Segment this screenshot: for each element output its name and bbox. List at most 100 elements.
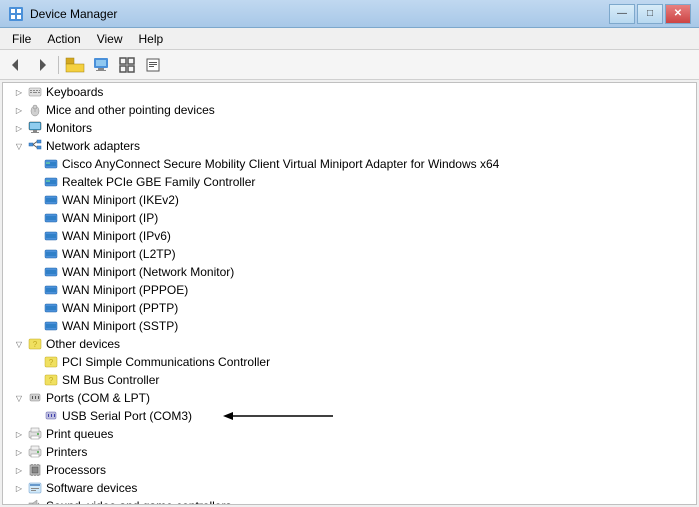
usb-serial-port-item[interactable]: USB Serial Port (COM3) [3,407,696,425]
list-item[interactable]: WAN Miniport (IKEv2) [3,191,696,209]
item-label: Printers [46,445,87,459]
expander-spacer [27,246,43,262]
expander-spacer [27,372,43,388]
toolbar [0,50,699,80]
item-label: Cisco AnyConnect Secure Mobility Client … [62,157,499,171]
expander-icon[interactable]: ▷ [11,462,27,478]
list-item[interactable]: Realtek PCIe GBE Family Controller [3,173,696,191]
processors-icon [27,462,43,478]
title-bar-left: Device Manager [8,6,117,22]
network-device-icon [43,282,59,298]
unknown-device-icon: ? [43,372,59,388]
menu-help[interactable]: Help [131,30,172,48]
list-item[interactable]: WAN Miniport (Network Monitor) [3,263,696,281]
item-label: Ports (COM & LPT) [46,391,150,405]
item-label: Keyboards [46,85,103,99]
expander-spacer [27,174,43,190]
software-devices-icon [27,480,43,496]
port-device-icon [43,408,59,424]
item-label: WAN Miniport (Network Monitor) [62,265,234,279]
item-label: Print queues [46,427,113,441]
list-item[interactable]: ? PCI Simple Communications Controller [3,353,696,371]
list-item[interactable]: ▽ ? Other devices [3,335,696,353]
list-item[interactable]: ? SM Bus Controller [3,371,696,389]
item-label: WAN Miniport (PPTP) [62,301,178,315]
list-item[interactable]: WAN Miniport (IP) [3,209,696,227]
minimize-button[interactable]: — [609,4,635,24]
list-item[interactable]: ▷ Keyboards [3,83,696,101]
list-item[interactable]: ▷ Sound, video and game controllers [3,497,696,505]
item-label: Software devices [46,481,137,495]
network-device-icon [43,318,59,334]
properties-button[interactable] [141,54,165,76]
list-item[interactable]: ▷ Print queues [3,425,696,443]
item-label: Realtek PCIe GBE Family Controller [62,175,255,189]
item-label: SM Bus Controller [62,373,159,387]
item-label: Other devices [46,337,120,351]
expander-icon[interactable]: ▽ [11,336,27,352]
arrow-annotation [223,408,343,424]
print-queues-icon [27,426,43,442]
expander-icon[interactable]: ▷ [11,498,27,505]
network-device-icon [43,264,59,280]
network-device-icon [43,300,59,316]
device-manager-button[interactable] [89,54,113,76]
list-item[interactable]: ▽ Network adapters [3,137,696,155]
network-icon [27,138,43,154]
item-label: Mice and other pointing devices [46,103,215,117]
title-bar: Device Manager — □ ✕ [0,0,699,28]
list-item[interactable]: ▷ Processors [3,461,696,479]
menu-view[interactable]: View [89,30,131,48]
list-item[interactable]: Cisco AnyConnect Secure Mobility Client … [3,155,696,173]
list-item[interactable]: WAN Miniport (PPTP) [3,299,696,317]
sound-icon [27,498,43,505]
item-label: WAN Miniport (PPPOE) [62,283,188,297]
keyboard-icon [27,84,43,100]
list-item[interactable]: ▷ Software devices [3,479,696,497]
expander-spacer [27,228,43,244]
list-item[interactable]: ▷ Printers [3,443,696,461]
network-device-icon [43,210,59,226]
list-item[interactable]: WAN Miniport (SSTP) [3,317,696,335]
menu-action[interactable]: Action [39,30,88,48]
item-label: Sound, video and game controllers [46,499,231,505]
list-item[interactable]: WAN Miniport (PPPOE) [3,281,696,299]
list-item[interactable]: ▽ Ports (COM & LPT) [3,389,696,407]
scan-button[interactable] [115,54,139,76]
device-tree[interactable]: ▷ Keyboards ▷ [2,82,697,505]
list-item[interactable]: ▷ Mice and other pointing devices [3,101,696,119]
item-label: WAN Miniport (SSTP) [62,319,178,333]
maximize-button[interactable]: □ [637,4,663,24]
network-device-icon [43,174,59,190]
network-device-icon [43,246,59,262]
network-device-icon [43,156,59,172]
item-label: Network adapters [46,139,140,153]
item-label: PCI Simple Communications Controller [62,355,270,369]
menu-bar: File Action View Help [0,28,699,50]
expander-icon[interactable]: ▷ [11,84,27,100]
window-title: Device Manager [30,7,117,21]
list-item[interactable]: WAN Miniport (L2TP) [3,245,696,263]
expander-icon[interactable]: ▷ [11,426,27,442]
expander-icon[interactable]: ▷ [11,444,27,460]
list-item[interactable]: WAN Miniport (IPv6) [3,227,696,245]
item-label: WAN Miniport (IPv6) [62,229,171,243]
expander-icon[interactable]: ▷ [11,480,27,496]
expander-icon[interactable]: ▽ [11,390,27,406]
back-button[interactable] [4,54,28,76]
expander-icon[interactable]: ▷ [11,102,27,118]
item-label: Processors [46,463,106,477]
network-device-icon [43,228,59,244]
window-controls: — □ ✕ [609,4,691,24]
item-label: WAN Miniport (IKEv2) [62,193,179,207]
list-item[interactable]: ▷ Monitors [3,119,696,137]
forward-button[interactable] [30,54,54,76]
close-button[interactable]: ✕ [665,4,691,24]
expander-spacer [27,318,43,334]
expander-icon[interactable]: ▽ [11,138,27,154]
expander-icon[interactable]: ▷ [11,120,27,136]
expander-spacer [27,354,43,370]
item-label: Monitors [46,121,92,135]
menu-file[interactable]: File [4,30,39,48]
show-hidden-button[interactable] [63,54,87,76]
